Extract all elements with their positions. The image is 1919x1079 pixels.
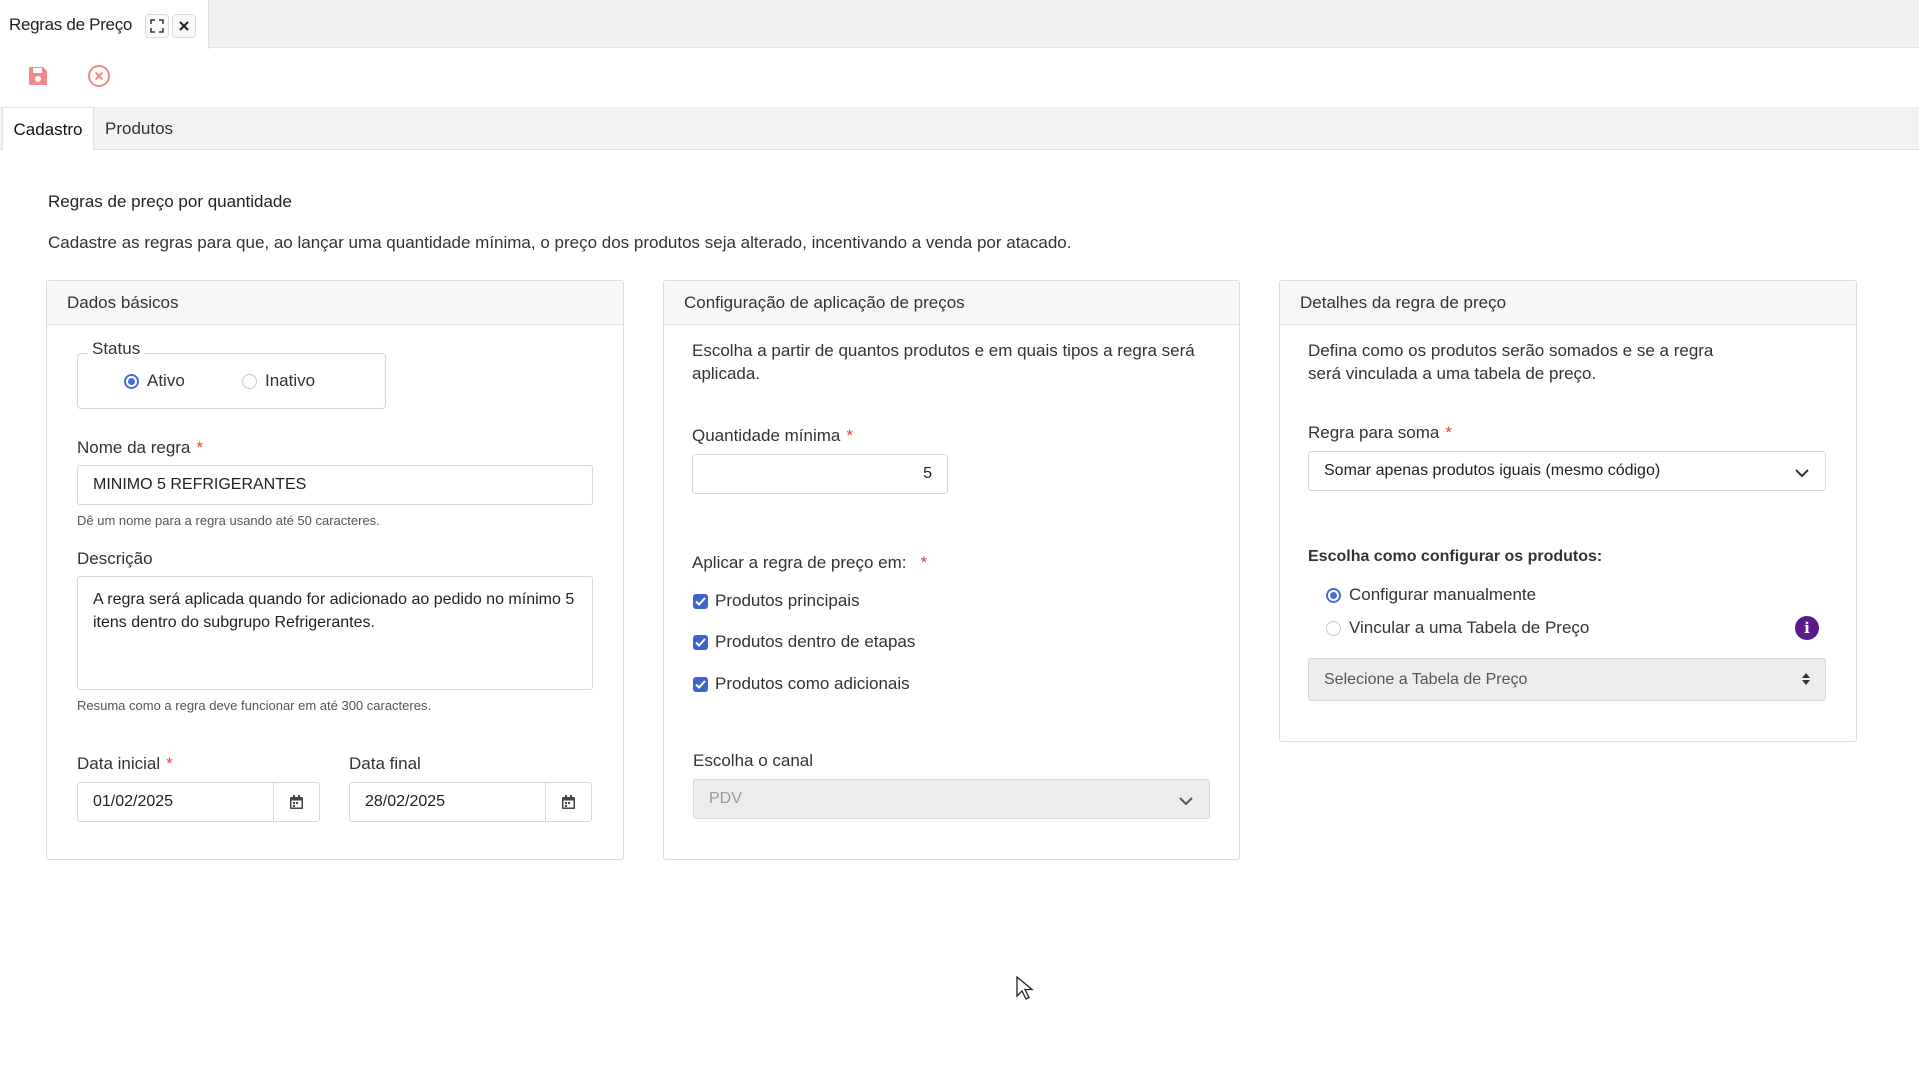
status-inactive-option[interactable]: Inativo [242,371,315,391]
sum-rule-label-text: Regra para soma [1308,423,1440,442]
tab-produtos[interactable]: Produtos [105,107,173,151]
main-products-label: Produtos principais [715,591,860,610]
radio-active[interactable] [124,373,139,389]
toolbar [0,49,1919,107]
rule-details-intro: Defina como os produtos serão somados e … [1308,341,1714,383]
radio-inactive[interactable] [242,373,257,389]
page-tabs: Cadastro Produtos [0,107,1919,151]
apply-rule-label-text: Aplicar a regra de preço em: [692,553,907,572]
channel-value: PDV [709,790,742,807]
rule-name-hint: Dê um nome para a regra usando até 50 ca… [77,513,380,528]
sort-arrows-icon [1801,672,1811,691]
window-tab-title: Regras de Preço [9,14,133,34]
rule-details-header: Detalhes da regra de preço [1280,281,1856,325]
save-icon[interactable] [25,63,51,89]
description-label: Descrição [77,549,153,568]
start-date-label: Data inicial * [77,754,173,773]
checkbox-step-products[interactable]: Produtos dentro de etapas [693,632,915,652]
rule-name-input[interactable]: MINIMO 5 REFRIGERANTES [77,465,593,505]
rule-details-panel: Detalhes da regra de preço Defina como o… [1279,280,1857,742]
radio-table[interactable] [1326,620,1341,636]
cancel-icon[interactable] [86,63,112,89]
basic-data-panel: Dados básicos Status Ativo Inativo Nome … [46,280,624,860]
page-description: Cadastre as regras para que, ao lançar u… [48,233,1072,252]
config-table-label: Vincular a uma Tabela de Preço [1349,618,1590,637]
addon-products-label: Produtos como adicionais [715,674,910,693]
channel-select[interactable]: PDV [693,779,1210,819]
calendar-icon[interactable] [274,782,320,822]
sum-rule-label: Regra para soma * [1308,423,1452,442]
start-date-input[interactable]: 01/02/2025 [77,782,274,822]
price-config-panel: Configuração de aplicação de preços Esco… [663,280,1240,860]
page-title: Regras de preço por quantidade [48,192,292,211]
status-active-option[interactable]: Ativo [124,371,185,391]
info-icon[interactable]: i [1795,616,1819,640]
start-date-label-text: Data inicial [77,754,161,773]
window-tab[interactable]: Regras de Preço [0,0,209,49]
description-textarea[interactable]: A regra será aplicada quando for adicion… [77,576,593,690]
checkbox-main-products[interactable]: Produtos principais [693,591,860,611]
radio-manual[interactable] [1326,587,1341,603]
status-active-label: Ativo [147,371,185,390]
mouse-cursor-icon [1016,975,1034,1005]
config-table-option[interactable]: Vincular a uma Tabela de Preço [1326,618,1589,638]
checkbox-checked-icon[interactable] [693,593,708,609]
basic-data-header: Dados básicos [47,281,623,325]
sum-rule-value: Somar apenas produtos iguais (mesmo códi… [1324,462,1661,479]
chevron-down-icon [1795,465,1809,483]
config-manual-label: Configurar manualmente [1349,585,1537,604]
description-hint: Resuma como a regra deve funcionar em at… [77,698,432,713]
status-inactive-label: Inativo [265,371,316,390]
window-tab-strip: Regras de Preço [0,0,1919,49]
checkbox-addon-products[interactable]: Produtos como adicionais [693,674,910,694]
end-date-label: Data final [349,754,421,773]
channel-label: Escolha o canal [693,751,814,770]
min-qty-label: Quantidade mínima * [692,426,853,445]
step-products-label: Produtos dentro de etapas [715,632,916,651]
min-qty-input[interactable]: 5 [692,454,948,494]
price-config-header: Configuração de aplicação de preços [664,281,1239,325]
price-table-select[interactable]: Selecione a Tabela de Preço [1308,658,1826,701]
price-config-intro: Escolha a partir de quantos produtos e e… [692,341,1195,383]
end-date-input[interactable]: 28/02/2025 [349,782,546,822]
chevron-down-icon [1179,793,1193,811]
config-products-label: Escolha como configurar os produtos: [1308,548,1603,565]
config-manual-option[interactable]: Configurar manualmente [1326,585,1536,605]
checkbox-checked-icon[interactable] [693,676,708,692]
status-legend: Status [88,339,145,359]
apply-rule-label: Aplicar a regra de preço em: * [692,553,928,572]
calendar-icon[interactable] [546,782,592,822]
min-qty-label-text: Quantidade mínima [692,426,841,445]
sum-rule-select[interactable]: Somar apenas produtos iguais (mesmo códi… [1308,451,1826,491]
rule-name-label: Nome da regra * [77,438,204,457]
price-table-placeholder: Selecione a Tabela de Preço [1324,670,1528,688]
checkbox-checked-icon[interactable] [693,634,708,650]
rule-name-label-text: Nome da regra [77,438,191,457]
maximize-icon[interactable] [145,14,169,38]
close-icon[interactable] [172,14,196,38]
tab-cadastro[interactable]: Cadastro [2,107,94,151]
